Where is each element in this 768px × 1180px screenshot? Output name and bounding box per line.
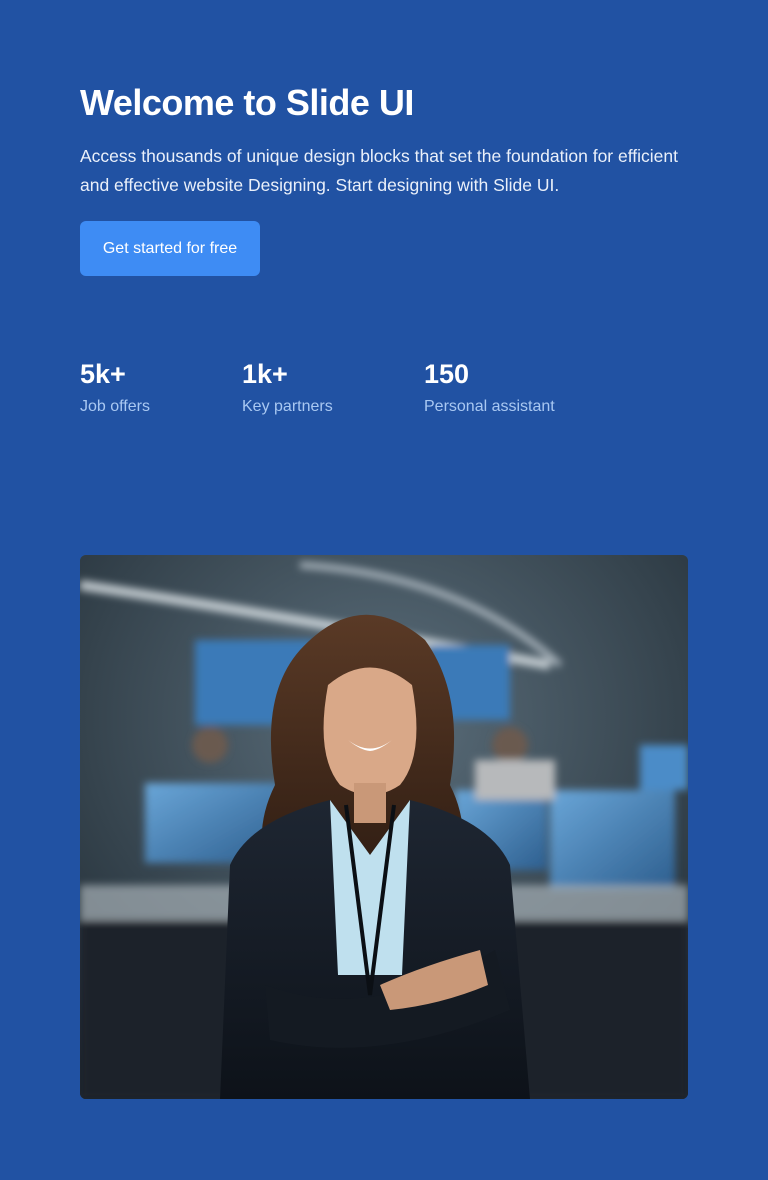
get-started-button[interactable]: Get started for free	[80, 221, 260, 276]
stat-label: Personal assistant	[424, 398, 555, 415]
hero-title: Welcome to Slide UI	[80, 82, 414, 123]
stat-value: 150	[424, 359, 470, 389]
stat-value: 1k+	[242, 359, 288, 389]
stat-key-partners: 1k+ Key partners	[242, 356, 333, 416]
stat-value: 5k+	[80, 359, 126, 389]
stat-label: Key partners	[242, 398, 333, 415]
hero-photo	[80, 555, 688, 1099]
stat-job-offers: 5k+ Job offers	[80, 356, 150, 416]
office-woman-illustration	[80, 555, 688, 1099]
stats-row: 5k+ Job offers 1k+ Key partners 150 Pers…	[80, 356, 688, 426]
hero-description: Access thousands of unique design blocks…	[80, 146, 678, 195]
stat-personal-assistant: 150 Personal assistant	[424, 356, 555, 416]
stat-label: Job offers	[80, 398, 150, 415]
